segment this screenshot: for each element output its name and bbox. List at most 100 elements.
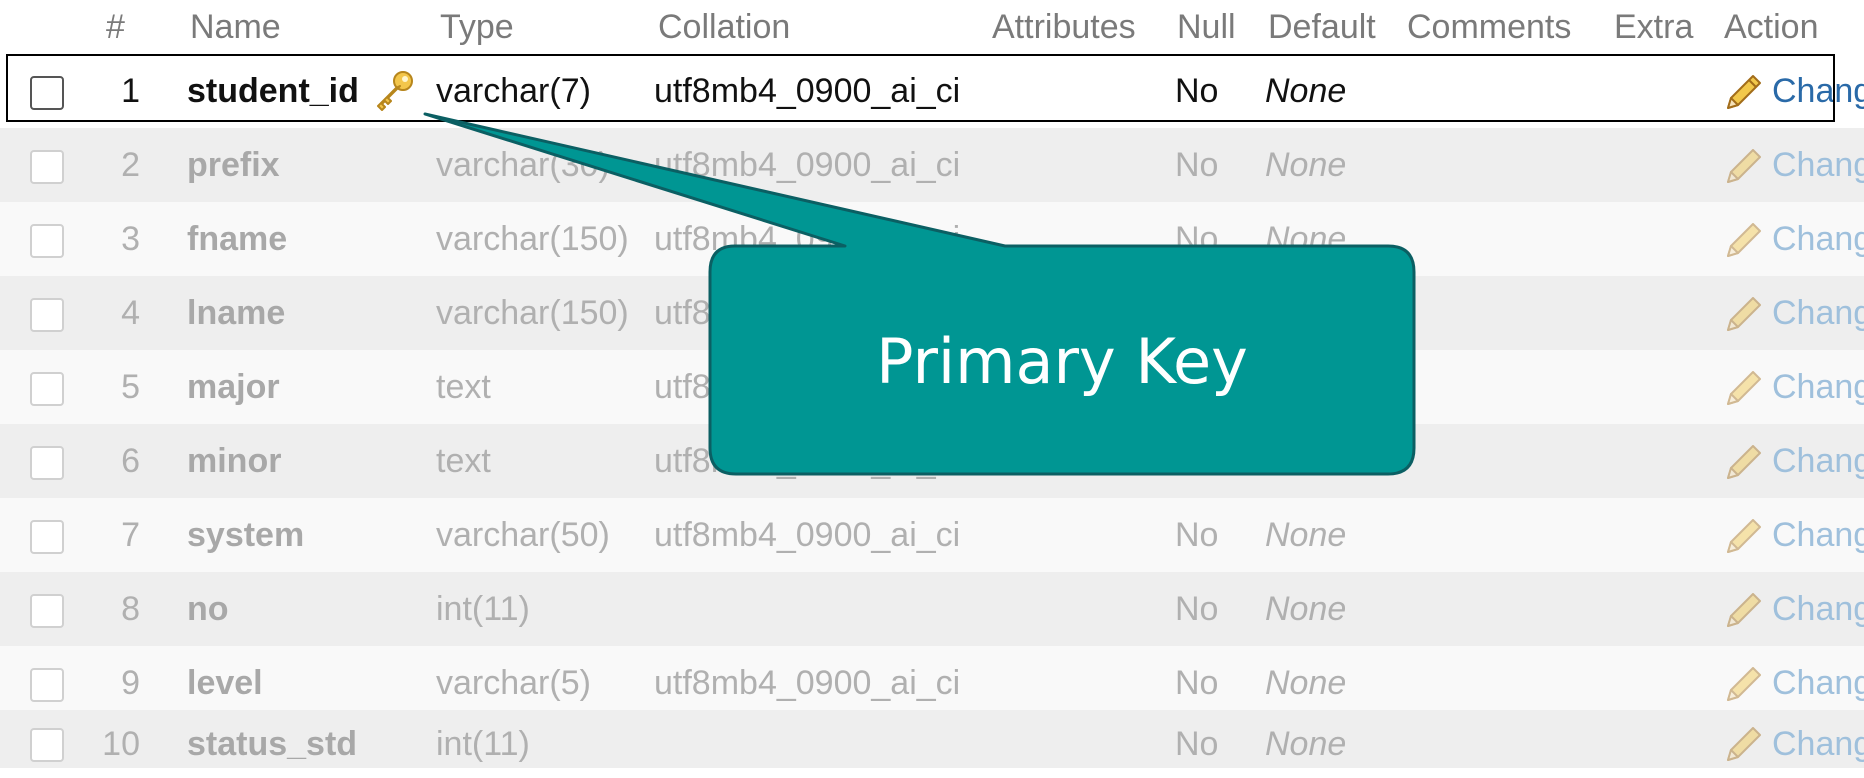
pencil-icon <box>1727 371 1761 405</box>
callout-label: Primary Key <box>876 324 1248 398</box>
change-link[interactable]: Change <box>1772 350 1864 424</box>
column-collation: utf8mb4_0900_ai_ci <box>654 72 961 110</box>
column-type: text <box>436 442 491 480</box>
column-name: status_std <box>187 725 358 763</box>
row-num: 4 <box>121 294 140 332</box>
column-type: varchar(7) <box>436 72 591 110</box>
table-row[interactable]: 1 student_id varchar(7) utf8mb4_0900_ai_… <box>0 54 1864 128</box>
row-checkbox[interactable] <box>30 298 64 332</box>
change-action[interactable]: Change <box>1720 202 1864 276</box>
column-type: int(11) <box>436 725 530 763</box>
change-link[interactable]: Change <box>1772 572 1864 646</box>
column-default: None <box>1265 590 1347 628</box>
change-action[interactable]: Change <box>1720 350 1864 424</box>
column-default: None <box>1265 72 1347 110</box>
column-null: No <box>1175 590 1219 628</box>
row-num: 10 <box>102 725 140 763</box>
row-num: 2 <box>121 146 140 184</box>
row-checkbox[interactable] <box>30 668 64 702</box>
row-checkbox[interactable] <box>30 150 64 184</box>
change-link[interactable]: Change <box>1772 128 1864 202</box>
change-action[interactable]: Change <box>1720 54 1864 128</box>
column-null: No <box>1175 146 1219 184</box>
table-row[interactable]: 9 level varchar(5) utf8mb4_0900_ai_ci No… <box>0 646 1864 720</box>
column-type: text <box>436 368 491 406</box>
row-checkbox[interactable] <box>30 594 64 628</box>
column-default: None <box>1265 725 1347 763</box>
change-action[interactable]: Change <box>1720 128 1864 202</box>
change-link[interactable]: Change <box>1772 498 1864 572</box>
column-collation: utf8mb4_0900_ai_ci <box>654 516 961 554</box>
row-num: 8 <box>121 590 140 628</box>
header-null[interactable]: Null <box>1177 0 1236 54</box>
row-num: 3 <box>121 220 140 258</box>
change-action[interactable]: Change <box>1720 276 1864 350</box>
table-row[interactable]: 10 status_std int(11) No None Change <box>0 710 1864 768</box>
column-type: int(11) <box>436 590 530 628</box>
pencil-icon <box>1727 519 1761 553</box>
column-collation: utf8mb4_0900_ai_ci <box>654 146 961 184</box>
change-link[interactable]: Change <box>1772 710 1864 768</box>
column-name: level <box>187 664 263 702</box>
column-type: varchar(150) <box>436 220 629 258</box>
column-null: No <box>1175 72 1219 110</box>
column-default: None <box>1265 146 1347 184</box>
row-checkbox[interactable] <box>30 224 64 258</box>
pencil-icon <box>1727 445 1761 479</box>
column-type: varchar(150) <box>436 294 629 332</box>
column-null: No <box>1175 725 1219 763</box>
row-checkbox[interactable] <box>30 728 64 762</box>
header-extra[interactable]: Extra <box>1614 0 1693 54</box>
table-row[interactable]: 2 prefix varchar(30) utf8mb4_0900_ai_ci … <box>0 128 1864 202</box>
column-default: None <box>1265 664 1347 702</box>
table-row[interactable]: 8 no int(11) No None Change <box>0 572 1864 646</box>
table-header: # Name Type Collation Attributes Null De… <box>0 0 1864 54</box>
column-null: No <box>1175 664 1219 702</box>
change-action[interactable]: Change <box>1720 572 1864 646</box>
row-num: 7 <box>121 516 140 554</box>
change-action[interactable]: Change <box>1720 498 1864 572</box>
change-link[interactable]: Change <box>1772 202 1864 276</box>
row-num: 1 <box>121 72 140 110</box>
header-num[interactable]: # <box>106 0 125 54</box>
change-link[interactable]: Change <box>1772 424 1864 498</box>
header-action: Action <box>1724 8 1819 46</box>
row-checkbox[interactable] <box>30 76 64 110</box>
header-type[interactable]: Type <box>440 0 514 54</box>
column-type: varchar(50) <box>436 516 610 554</box>
key-icon <box>377 71 413 111</box>
pencil-icon <box>1727 149 1761 183</box>
header-comments[interactable]: Comments <box>1407 0 1571 54</box>
change-action[interactable]: Change <box>1720 646 1864 720</box>
header-collation[interactable]: Collation <box>658 0 790 54</box>
column-name: lname <box>187 294 286 332</box>
change-link[interactable]: Change <box>1772 646 1864 720</box>
pencil-icon <box>1727 223 1761 257</box>
column-null: No <box>1175 516 1219 554</box>
pencil-icon <box>1727 727 1761 761</box>
row-checkbox[interactable] <box>30 520 64 554</box>
header-attributes[interactable]: Attributes <box>992 0 1136 54</box>
column-name: minor <box>187 442 282 480</box>
column-name: fname <box>187 220 288 258</box>
change-action[interactable]: Change <box>1720 710 1864 768</box>
column-name: student_id <box>187 72 359 110</box>
change-link[interactable]: Change <box>1772 276 1864 350</box>
row-num: 6 <box>121 442 140 480</box>
column-name: major <box>187 368 280 406</box>
row-num: 9 <box>121 664 140 702</box>
column-default: None <box>1265 516 1347 554</box>
pencil-icon <box>1727 297 1761 331</box>
column-type: varchar(5) <box>436 664 591 702</box>
pencil-icon <box>1727 593 1761 627</box>
pencil-icon <box>1727 667 1761 701</box>
change-action[interactable]: Change <box>1720 424 1864 498</box>
header-default[interactable]: Default <box>1268 0 1376 54</box>
row-checkbox[interactable] <box>30 372 64 406</box>
column-type: varchar(30) <box>436 146 610 184</box>
column-collation: utf8mb4_0900_ai_ci <box>654 664 961 702</box>
row-checkbox[interactable] <box>30 446 64 480</box>
change-link[interactable]: Change <box>1772 54 1864 128</box>
table-row[interactable]: 7 system varchar(50) utf8mb4_0900_ai_ci … <box>0 498 1864 572</box>
header-name[interactable]: Name <box>190 0 281 54</box>
